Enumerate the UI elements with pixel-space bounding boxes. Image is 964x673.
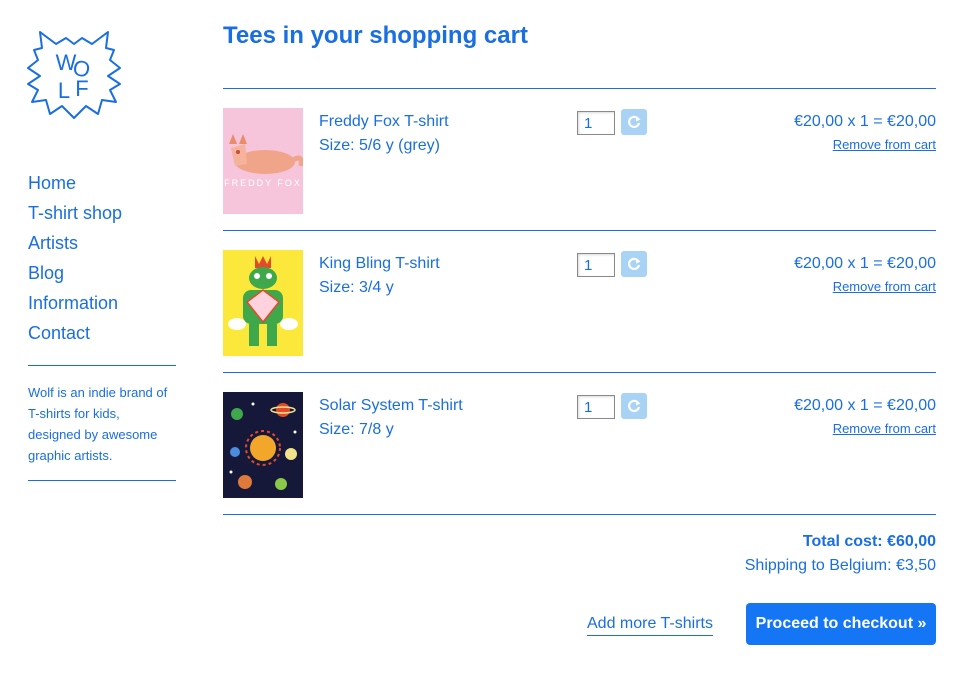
quantity-input[interactable] bbox=[577, 253, 615, 277]
nav-item-home[interactable]: Home bbox=[28, 168, 122, 198]
divider bbox=[223, 230, 936, 231]
line-price: €20,00 x 1 = €20,00 bbox=[794, 255, 936, 272]
product-size: Size: 5/6 y (grey) bbox=[319, 137, 440, 154]
cart-item: King Bling T-shirt Size: 3/4 y €20,00 x … bbox=[223, 250, 936, 356]
remove-from-cart-link[interactable]: Remove from cart bbox=[833, 278, 936, 296]
divider bbox=[223, 514, 936, 515]
total-cost: Total cost: €60,00 bbox=[802, 533, 936, 550]
quantity-input[interactable] bbox=[577, 395, 615, 419]
logo-letter-f: F bbox=[75, 76, 88, 101]
shipping-cost: Shipping to Belgium: €3,50 bbox=[744, 557, 936, 574]
refresh-icon bbox=[628, 115, 641, 128]
line-price: €20,00 x 1 = €20,00 bbox=[794, 113, 936, 130]
sidebar-blurb: Wolf is an indie brand of T-shirts for k… bbox=[28, 385, 168, 463]
product-image-king-bling[interactable] bbox=[223, 250, 303, 356]
refresh-icon bbox=[628, 257, 641, 270]
update-quantity-button[interactable] bbox=[621, 109, 647, 135]
product-size: Size: 7/8 y bbox=[319, 421, 394, 438]
sidebar-divider-top bbox=[28, 365, 176, 366]
line-price: €20,00 x 1 = €20,00 bbox=[794, 397, 936, 414]
add-more-tshirts-link[interactable]: Add more T-shirts bbox=[587, 613, 713, 636]
product-name[interactable]: King Bling T-shirt bbox=[319, 252, 440, 276]
divider bbox=[223, 88, 936, 89]
quantity-input[interactable] bbox=[577, 111, 615, 135]
logo-letter-l: L bbox=[58, 78, 70, 103]
product-image-freddy-fox[interactable]: FREDDY FOX bbox=[223, 108, 303, 214]
cart-item: Solar System T-shirt Size: 7/8 y €20,00 … bbox=[223, 392, 936, 498]
nav-item-blog[interactable]: Blog bbox=[28, 258, 122, 288]
remove-from-cart-link[interactable]: Remove from cart bbox=[833, 136, 936, 154]
proceed-to-checkout-button[interactable]: Proceed to checkout » bbox=[746, 603, 936, 645]
nav-item-contact[interactable]: Contact bbox=[28, 318, 122, 348]
main-nav: Home T-shirt shop Artists Blog Informati… bbox=[28, 168, 122, 348]
product-size: Size: 3/4 y bbox=[319, 279, 394, 296]
product-name[interactable]: Freddy Fox T-shirt bbox=[319, 110, 449, 134]
remove-from-cart-link[interactable]: Remove from cart bbox=[833, 420, 936, 438]
product-name[interactable]: Solar System T-shirt bbox=[319, 394, 463, 418]
nav-item-artists[interactable]: Artists bbox=[28, 228, 122, 258]
refresh-icon bbox=[628, 399, 641, 412]
nav-item-information[interactable]: Information bbox=[28, 288, 122, 318]
divider bbox=[223, 372, 936, 373]
nav-item-tshirt-shop[interactable]: T-shirt shop bbox=[28, 198, 122, 228]
sidebar-divider-bottom bbox=[28, 480, 176, 481]
wolf-logo[interactable]: W O L F bbox=[18, 28, 130, 124]
update-quantity-button[interactable] bbox=[621, 393, 647, 419]
product-image-text: FREDDY FOX bbox=[224, 178, 302, 188]
cart-item: FREDDY FOX Freddy Fox T-shirt Size: 5/6 … bbox=[223, 108, 936, 214]
page-title: Tees in your shopping cart bbox=[223, 22, 528, 49]
update-quantity-button[interactable] bbox=[621, 251, 647, 277]
product-image-solar-system[interactable] bbox=[223, 392, 303, 498]
